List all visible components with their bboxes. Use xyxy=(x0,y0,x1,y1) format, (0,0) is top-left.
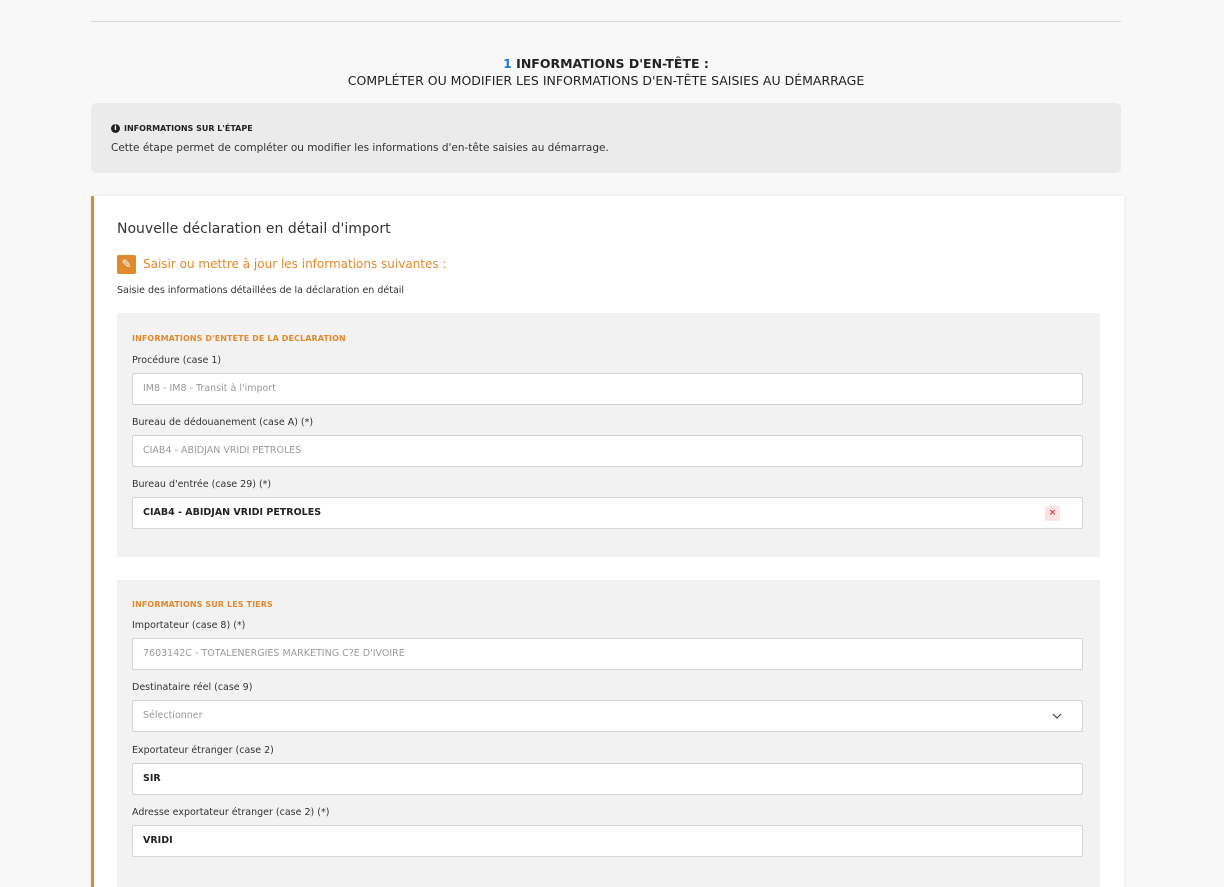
info-heading-row: i INFORMATIONS SUR L'ÉTAPE xyxy=(111,124,253,133)
step-subtitle: COMPLÉTER OU MODIFIER LES INFORMATIONS D… xyxy=(347,73,865,88)
adresse-exportateur-field[interactable]: VRIDI xyxy=(132,825,1083,857)
destinataire-placeholder: Sélectionner xyxy=(143,710,203,721)
bureau-entree-value: CIAB4 - ABIDJAN VRIDI PETROLES xyxy=(143,507,322,518)
field-label-importateur: Importateur (case 8) (*) xyxy=(132,620,246,631)
importateur-value: 7603142C - TOTALENERGIES MARKETING C?E D… xyxy=(143,648,405,659)
field-label-procedure: Procédure (case 1) xyxy=(132,355,222,366)
bureau-entree-field[interactable]: CIAB4 - ABIDJAN VRIDI PETROLES × xyxy=(132,497,1083,529)
bureau-dedouanement-value: CIAB4 - ABIDJAN VRIDI PETROLES xyxy=(143,445,302,456)
step-info-box: i INFORMATIONS SUR L'ÉTAPE Cette étape p… xyxy=(91,103,1121,173)
info-heading: INFORMATIONS SUR L'ÉTAPE xyxy=(124,124,253,133)
importateur-field[interactable]: 7603142C - TOTALENERGIES MARKETING C?E D… xyxy=(132,638,1083,670)
clear-icon[interactable]: × xyxy=(1045,506,1060,521)
step-number: 1 xyxy=(503,56,512,71)
pencil-icon: ✎ xyxy=(117,255,136,274)
field-label-destinataire: Destinataire réel (case 9) xyxy=(132,682,253,693)
adresse-exportateur-value: VRIDI xyxy=(143,835,173,846)
field-label-adresse-exportateur: Adresse exportateur étranger (case 2) (*… xyxy=(132,807,330,818)
section-title: INFORMATIONS D'ENTETE DE LA DECLARATION xyxy=(132,334,346,343)
exportateur-field[interactable]: SIR xyxy=(132,763,1083,795)
destinataire-select[interactable]: Sélectionner xyxy=(132,700,1083,732)
step-title: 1 INFORMATIONS D'EN-TÊTE : COMPLÉTER OU … xyxy=(91,55,1121,89)
info-text: Cette étape permet de compléter ou modif… xyxy=(111,142,609,154)
info-icon: i xyxy=(111,124,120,133)
field-label-exportateur: Exportateur étranger (case 2) xyxy=(132,745,274,756)
card-title: Nouvelle déclaration en détail d'import xyxy=(117,221,391,237)
procedure-field[interactable]: IM8 - IM8 - Transit à l'import xyxy=(132,373,1083,405)
bureau-dedouanement-field[interactable]: CIAB4 - ABIDJAN VRIDI PETROLES xyxy=(132,435,1083,467)
exportateur-value: SIR xyxy=(143,773,161,784)
section-tiers: INFORMATIONS SUR LES TIERS Importateur (… xyxy=(117,580,1100,887)
declaration-card: Nouvelle déclaration en détail d'import … xyxy=(91,196,1124,887)
page: 1 INFORMATIONS D'EN-TÊTE : COMPLÉTER OU … xyxy=(0,0,1224,887)
field-label-bureau-entree: Bureau d'entrée (case 29) (*) xyxy=(132,479,272,490)
chevron-down-icon[interactable] xyxy=(1052,711,1062,721)
card-subtitle: Saisie des informations détaillées de la… xyxy=(117,285,405,296)
section-title: INFORMATIONS SUR LES TIERS xyxy=(132,600,273,609)
step-heading: INFORMATIONS D'EN-TÊTE : xyxy=(516,56,709,71)
field-label-bureau-dedouanement: Bureau de dédouanement (case A) (*) xyxy=(132,417,314,428)
edit-instruction: Saisir ou mettre à jour les informations… xyxy=(143,257,447,271)
divider xyxy=(91,21,1121,22)
section-declaration-header: INFORMATIONS D'ENTETE DE LA DECLARATION … xyxy=(117,313,1100,557)
procedure-value: IM8 - IM8 - Transit à l'import xyxy=(143,383,276,394)
